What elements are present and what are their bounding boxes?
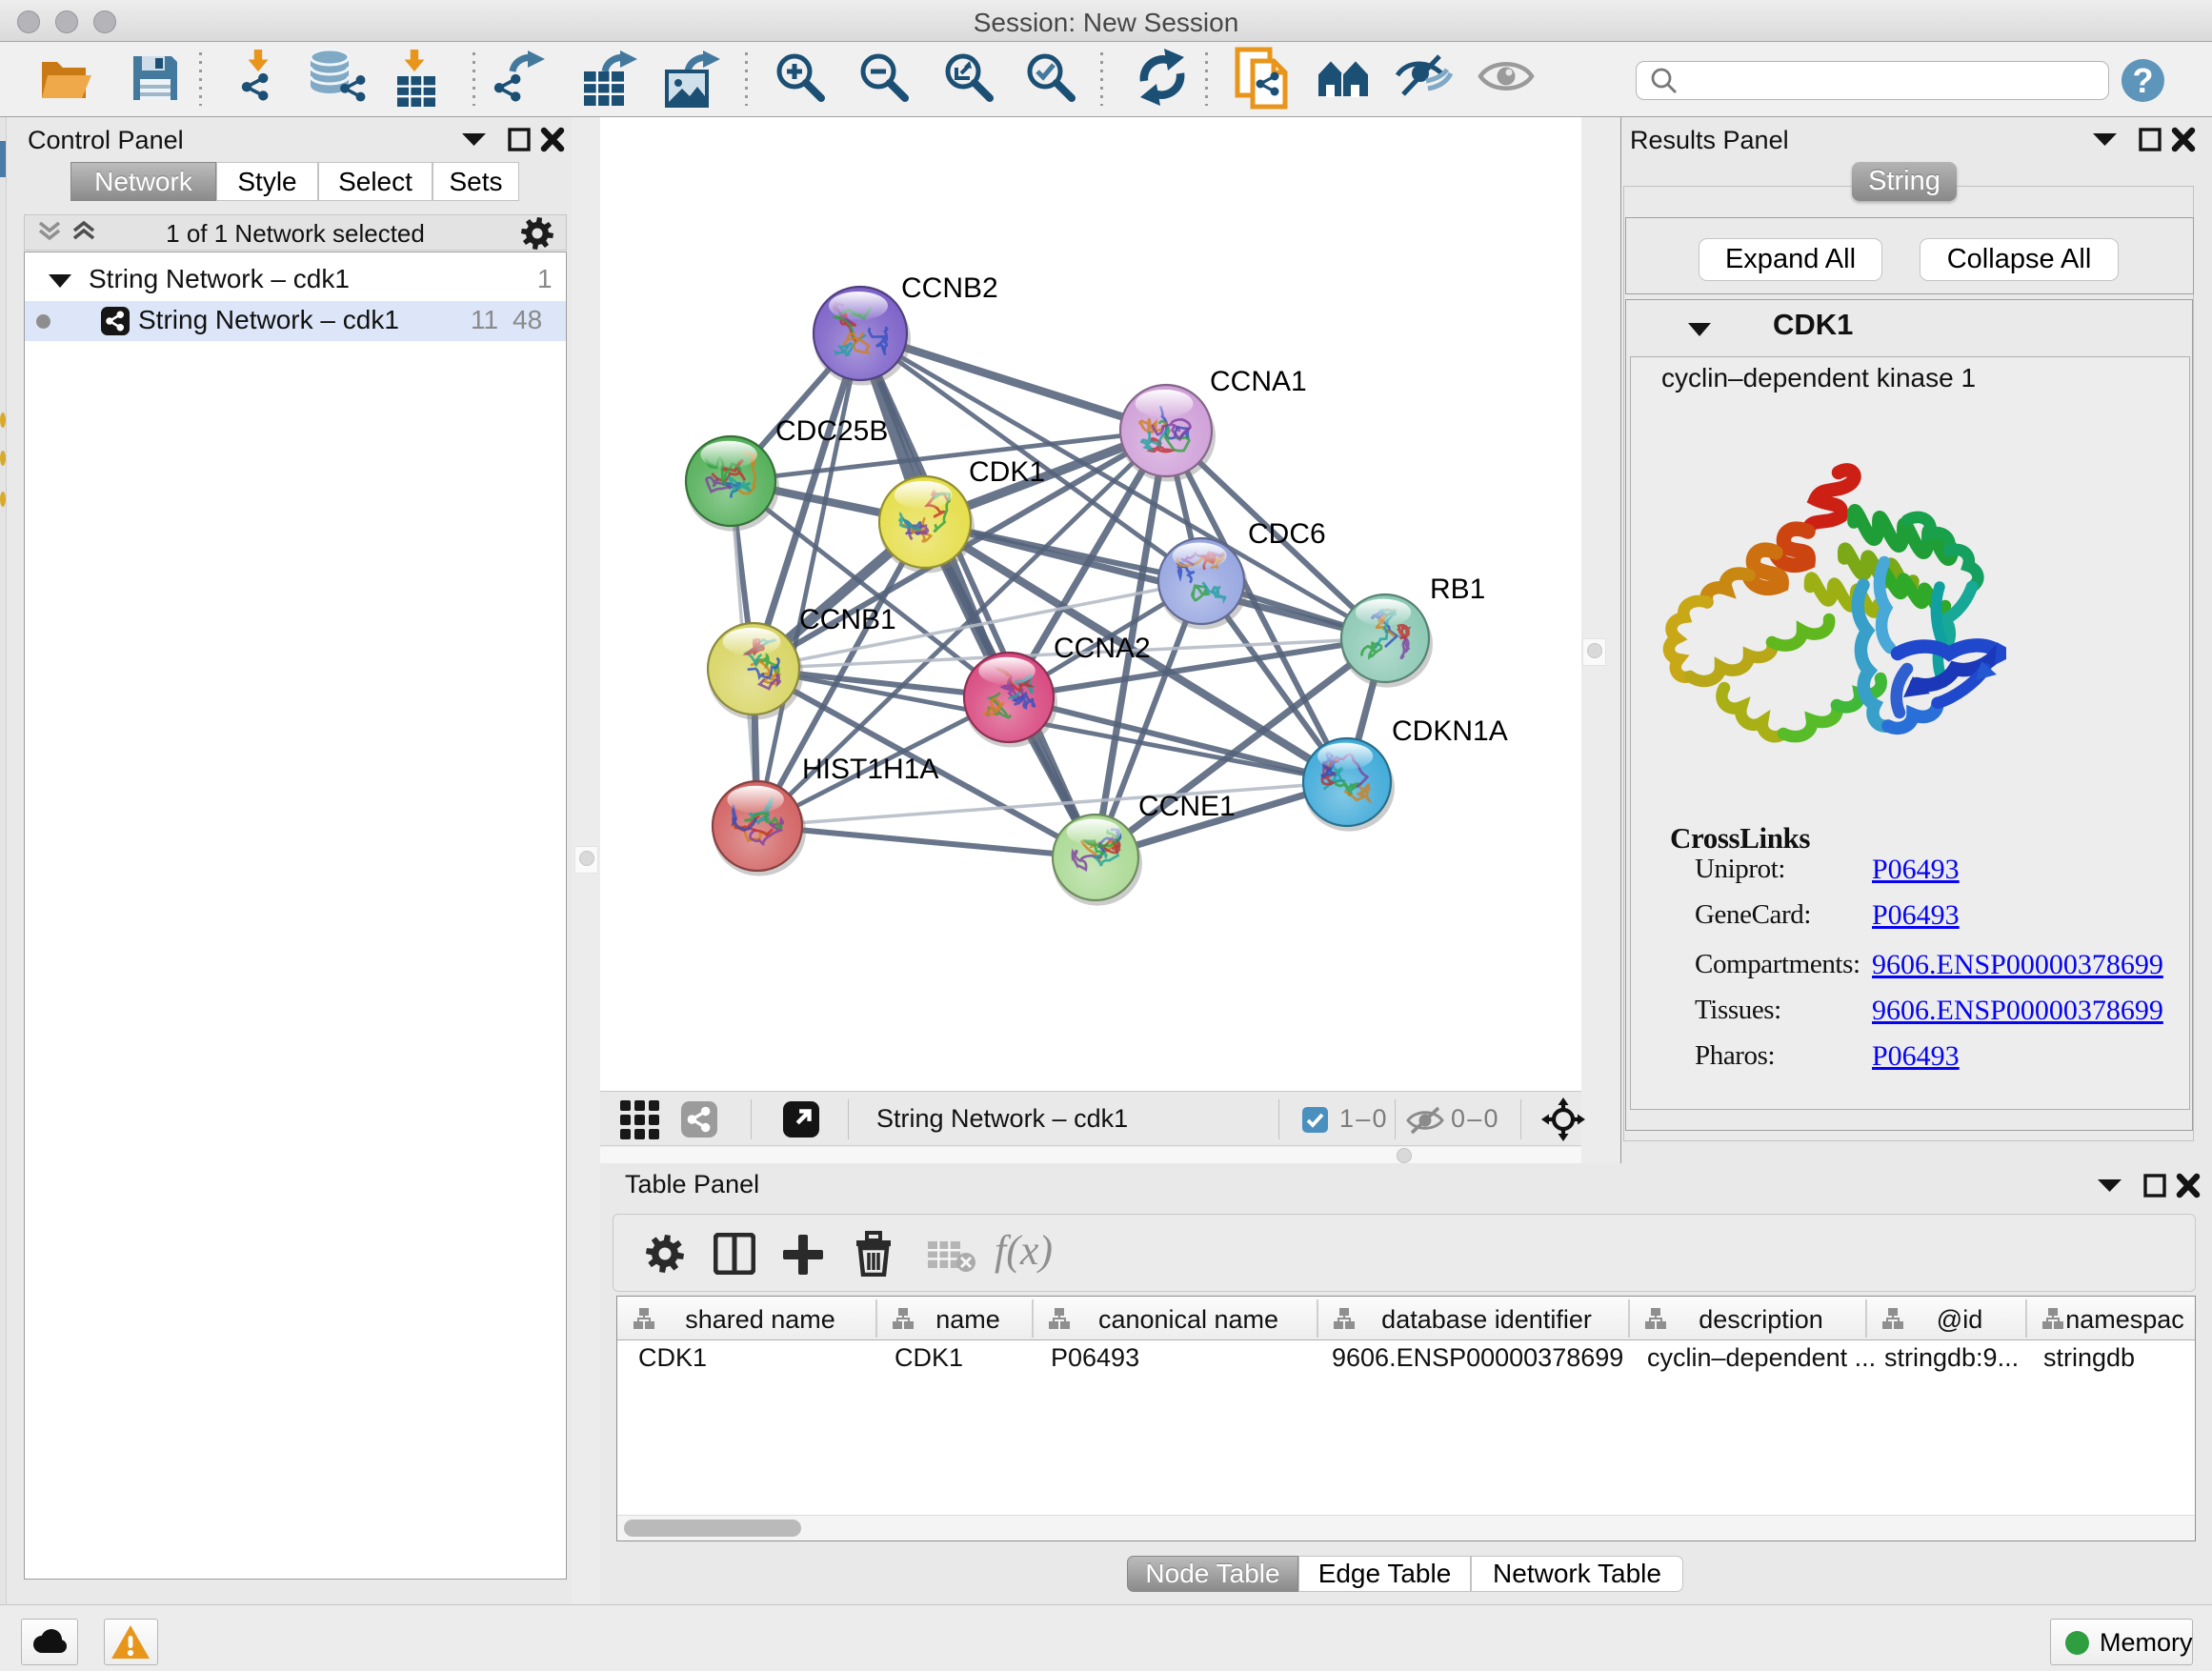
svg-text:CCNA2: CCNA2 xyxy=(1054,633,1151,664)
svg-text:shared name: shared name xyxy=(685,1305,835,1334)
svg-text:name: name xyxy=(935,1305,1000,1334)
svg-text:description: description xyxy=(1699,1305,1823,1334)
svg-text:CCNB1: CCNB1 xyxy=(799,604,896,635)
svg-text:CDC6: CDC6 xyxy=(1248,518,1326,550)
svg-text:namespac: namespac xyxy=(2065,1305,2184,1334)
svg-text:CCNE1: CCNE1 xyxy=(1138,791,1236,822)
svg-text:CCNA1: CCNA1 xyxy=(1210,366,1307,397)
svg-text:CDC25B: CDC25B xyxy=(775,415,888,447)
svg-text:RB1: RB1 xyxy=(1430,574,1485,605)
svg-text:CDK1: CDK1 xyxy=(969,456,1045,488)
svg-text:@id: @id xyxy=(1937,1305,1982,1334)
svg-text:CDKN1A: CDKN1A xyxy=(1392,715,1508,747)
svg-text:canonical name: canonical name xyxy=(1098,1305,1278,1334)
svg-text:HIST1H1A: HIST1H1A xyxy=(802,754,938,785)
svg-text:CCNB2: CCNB2 xyxy=(901,272,998,304)
svg-text:database identifier: database identifier xyxy=(1381,1305,1592,1334)
